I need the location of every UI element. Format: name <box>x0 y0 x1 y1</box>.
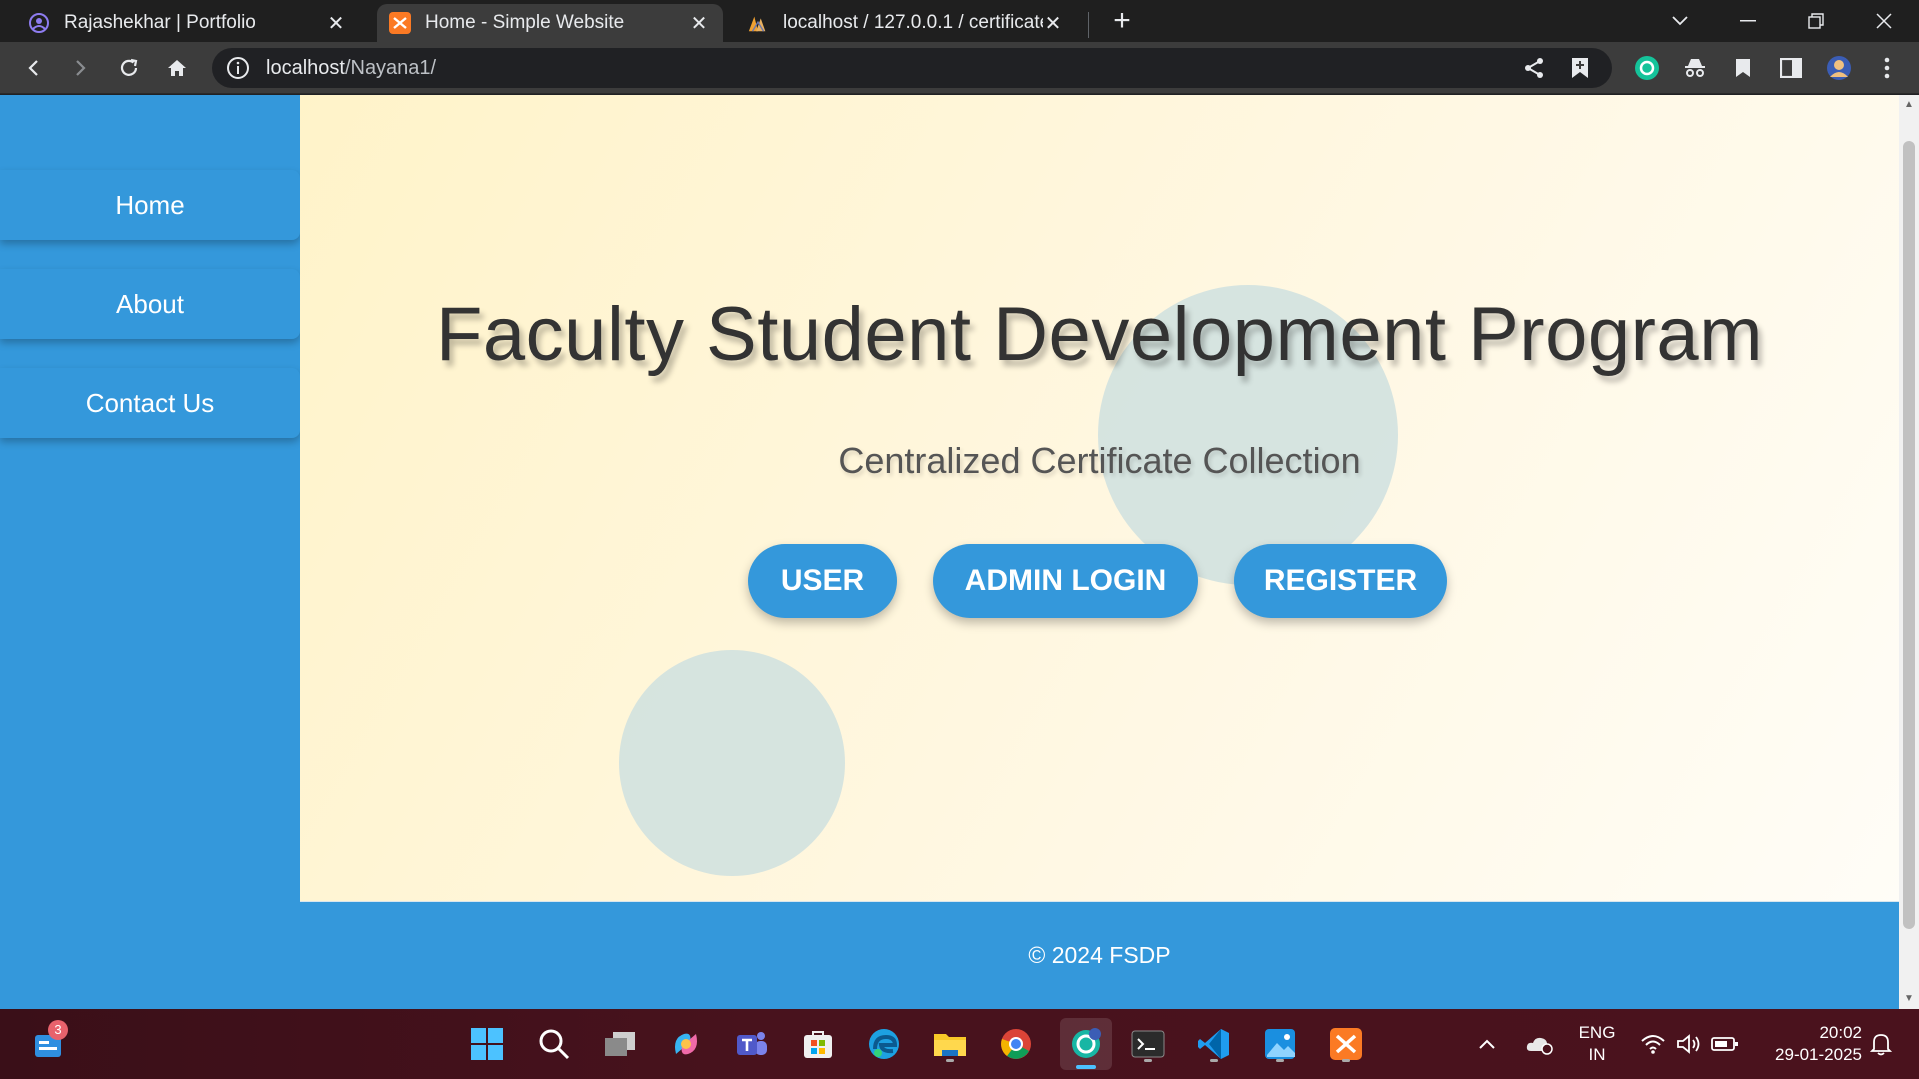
phpmyadmin-icon <box>747 12 769 34</box>
side-panel-icon[interactable] <box>1773 50 1809 86</box>
browser-toolbar: localhost/Nayana1/ <box>0 42 1919 94</box>
tab-home-simple-website[interactable]: Home - Simple Website ✕ <box>377 4 723 42</box>
running-indicator <box>1144 1059 1152 1062</box>
web-page: Home About Contact Us Faculty Student De… <box>0 95 1899 1009</box>
footer: © 2024 FSDP <box>300 902 1899 1009</box>
home-button[interactable] <box>159 50 195 86</box>
search-icon[interactable] <box>532 1022 576 1066</box>
tab-phpmyadmin[interactable]: localhost / 127.0.0.1 / certificate ✕ <box>735 4 1077 42</box>
sidebar-item-home[interactable]: Home <box>0 170 300 240</box>
photos-icon[interactable] <box>1258 1022 1302 1066</box>
page-title: Faculty Student Development Program <box>435 292 1763 377</box>
close-tab-icon[interactable]: ✕ <box>1043 11 1063 36</box>
user-button[interactable]: USER <box>748 544 897 618</box>
bookmarks-icon[interactable] <box>1725 50 1761 86</box>
teams-icon[interactable] <box>730 1022 774 1066</box>
edge-icon[interactable] <box>862 1022 906 1066</box>
address-bar[interactable]: localhost/Nayana1/ <box>212 48 1612 88</box>
windows-taskbar: 3 ENG IN 20:02 29-01-2025 <box>0 1009 1919 1079</box>
decorative-circle <box>619 650 845 876</box>
scroll-up-arrow-icon[interactable]: ▲ <box>1904 99 1914 110</box>
task-view-icon[interactable] <box>598 1022 642 1066</box>
incognito-extension-icon[interactable] <box>1677 50 1713 86</box>
wifi-icon[interactable] <box>1640 1009 1666 1079</box>
battery-icon[interactable] <box>1711 1009 1739 1079</box>
scrollbar-thumb[interactable] <box>1903 141 1915 929</box>
active-indicator <box>1076 1065 1096 1069</box>
sidebar-item-about[interactable]: About <box>0 269 300 339</box>
volume-icon[interactable] <box>1676 1009 1702 1079</box>
notification-bell-icon[interactable] <box>1870 1009 1892 1079</box>
address-host: localhost <box>266 56 345 79</box>
restore-button[interactable] <box>1782 0 1850 42</box>
address-path: /Nayana1/ <box>344 56 437 79</box>
tab-title: Home - Simple Website <box>425 12 625 33</box>
clock-time: 20:02 <box>1819 1023 1862 1042</box>
tab-portfolio[interactable]: Rajashekhar | Portfolio ✕ <box>0 4 360 42</box>
footer-copyright: © 2024 FSDP <box>1028 942 1171 968</box>
reload-button[interactable] <box>111 50 147 86</box>
page-scrollbar[interactable]: ▲ ▼ <box>1899 95 1919 1009</box>
tab-separator <box>1088 12 1089 38</box>
start-button-icon[interactable] <box>465 1022 509 1066</box>
terminal-icon[interactable] <box>1126 1022 1170 1066</box>
back-button[interactable] <box>15 50 51 86</box>
profile-avatar[interactable] <box>1821 50 1857 86</box>
language-indicator[interactable]: ENG IN <box>1575 1009 1619 1079</box>
sidebar: Home About Contact Us <box>0 95 300 1009</box>
tab-title: Rajashekhar | Portfolio <box>64 12 256 33</box>
grammarly-extension-icon[interactable] <box>1629 50 1665 86</box>
bookmark-star-icon[interactable] <box>1570 48 1590 88</box>
onedrive-cloud-icon[interactable] <box>1525 1009 1555 1079</box>
scroll-down-arrow-icon[interactable]: ▼ <box>1904 993 1914 1004</box>
copilot-icon[interactable] <box>664 1022 708 1066</box>
file-explorer-icon[interactable] <box>928 1022 972 1066</box>
show-hidden-icons-chevron-icon[interactable] <box>1478 1009 1496 1079</box>
running-indicator <box>1276 1059 1284 1062</box>
widgets-icon[interactable]: 3 <box>26 1020 70 1066</box>
site-info-icon[interactable] <box>226 56 250 80</box>
vscode-icon[interactable] <box>1192 1022 1236 1066</box>
portfolio-icon <box>28 12 50 34</box>
clock[interactable]: 20:02 29-01-2025 <box>1758 1009 1862 1079</box>
close-tab-icon[interactable]: ✕ <box>326 11 346 36</box>
microsoft-store-icon[interactable] <box>796 1022 840 1066</box>
xampp-icon <box>389 12 411 34</box>
minimize-button[interactable] <box>1714 0 1782 42</box>
page-subtitle: Centralized Certificate Collection <box>838 440 1361 481</box>
running-indicator <box>1342 1059 1350 1062</box>
active-browser-app-icon[interactable] <box>1060 1018 1112 1070</box>
tab-search-dropdown-icon[interactable] <box>1646 0 1714 42</box>
xampp-icon[interactable] <box>1324 1022 1368 1066</box>
close-window-button[interactable] <box>1850 0 1918 42</box>
running-indicator <box>1210 1059 1218 1062</box>
language-region: IN <box>1588 1045 1606 1064</box>
close-tab-icon[interactable]: ✕ <box>689 11 709 36</box>
hero-section: Faculty Student Development Program Cent… <box>300 95 1899 901</box>
register-button[interactable]: REGISTER <box>1234 544 1447 618</box>
chrome-icon[interactable] <box>994 1022 1038 1066</box>
sidebar-item-contact-us[interactable]: Contact Us <box>0 368 300 438</box>
forward-button[interactable] <box>63 50 99 86</box>
more-menu-icon[interactable] <box>1869 50 1905 86</box>
share-icon[interactable] <box>1522 48 1546 88</box>
widgets-badge: 3 <box>48 1020 68 1040</box>
browser-tab-bar: Rajashekhar | Portfolio ✕ Home - Simple … <box>0 0 1919 42</box>
language-code: ENG <box>1578 1023 1616 1042</box>
admin-login-button[interactable]: ADMIN LOGIN <box>933 544 1198 618</box>
address-text: localhost/Nayana1/ <box>266 57 436 80</box>
running-indicator <box>946 1059 954 1062</box>
tab-title: localhost / 127.0.0.1 / certificate <box>783 12 1043 33</box>
new-tab-button[interactable]: + <box>1107 6 1137 36</box>
clock-date: 29-01-2025 <box>1775 1045 1862 1064</box>
